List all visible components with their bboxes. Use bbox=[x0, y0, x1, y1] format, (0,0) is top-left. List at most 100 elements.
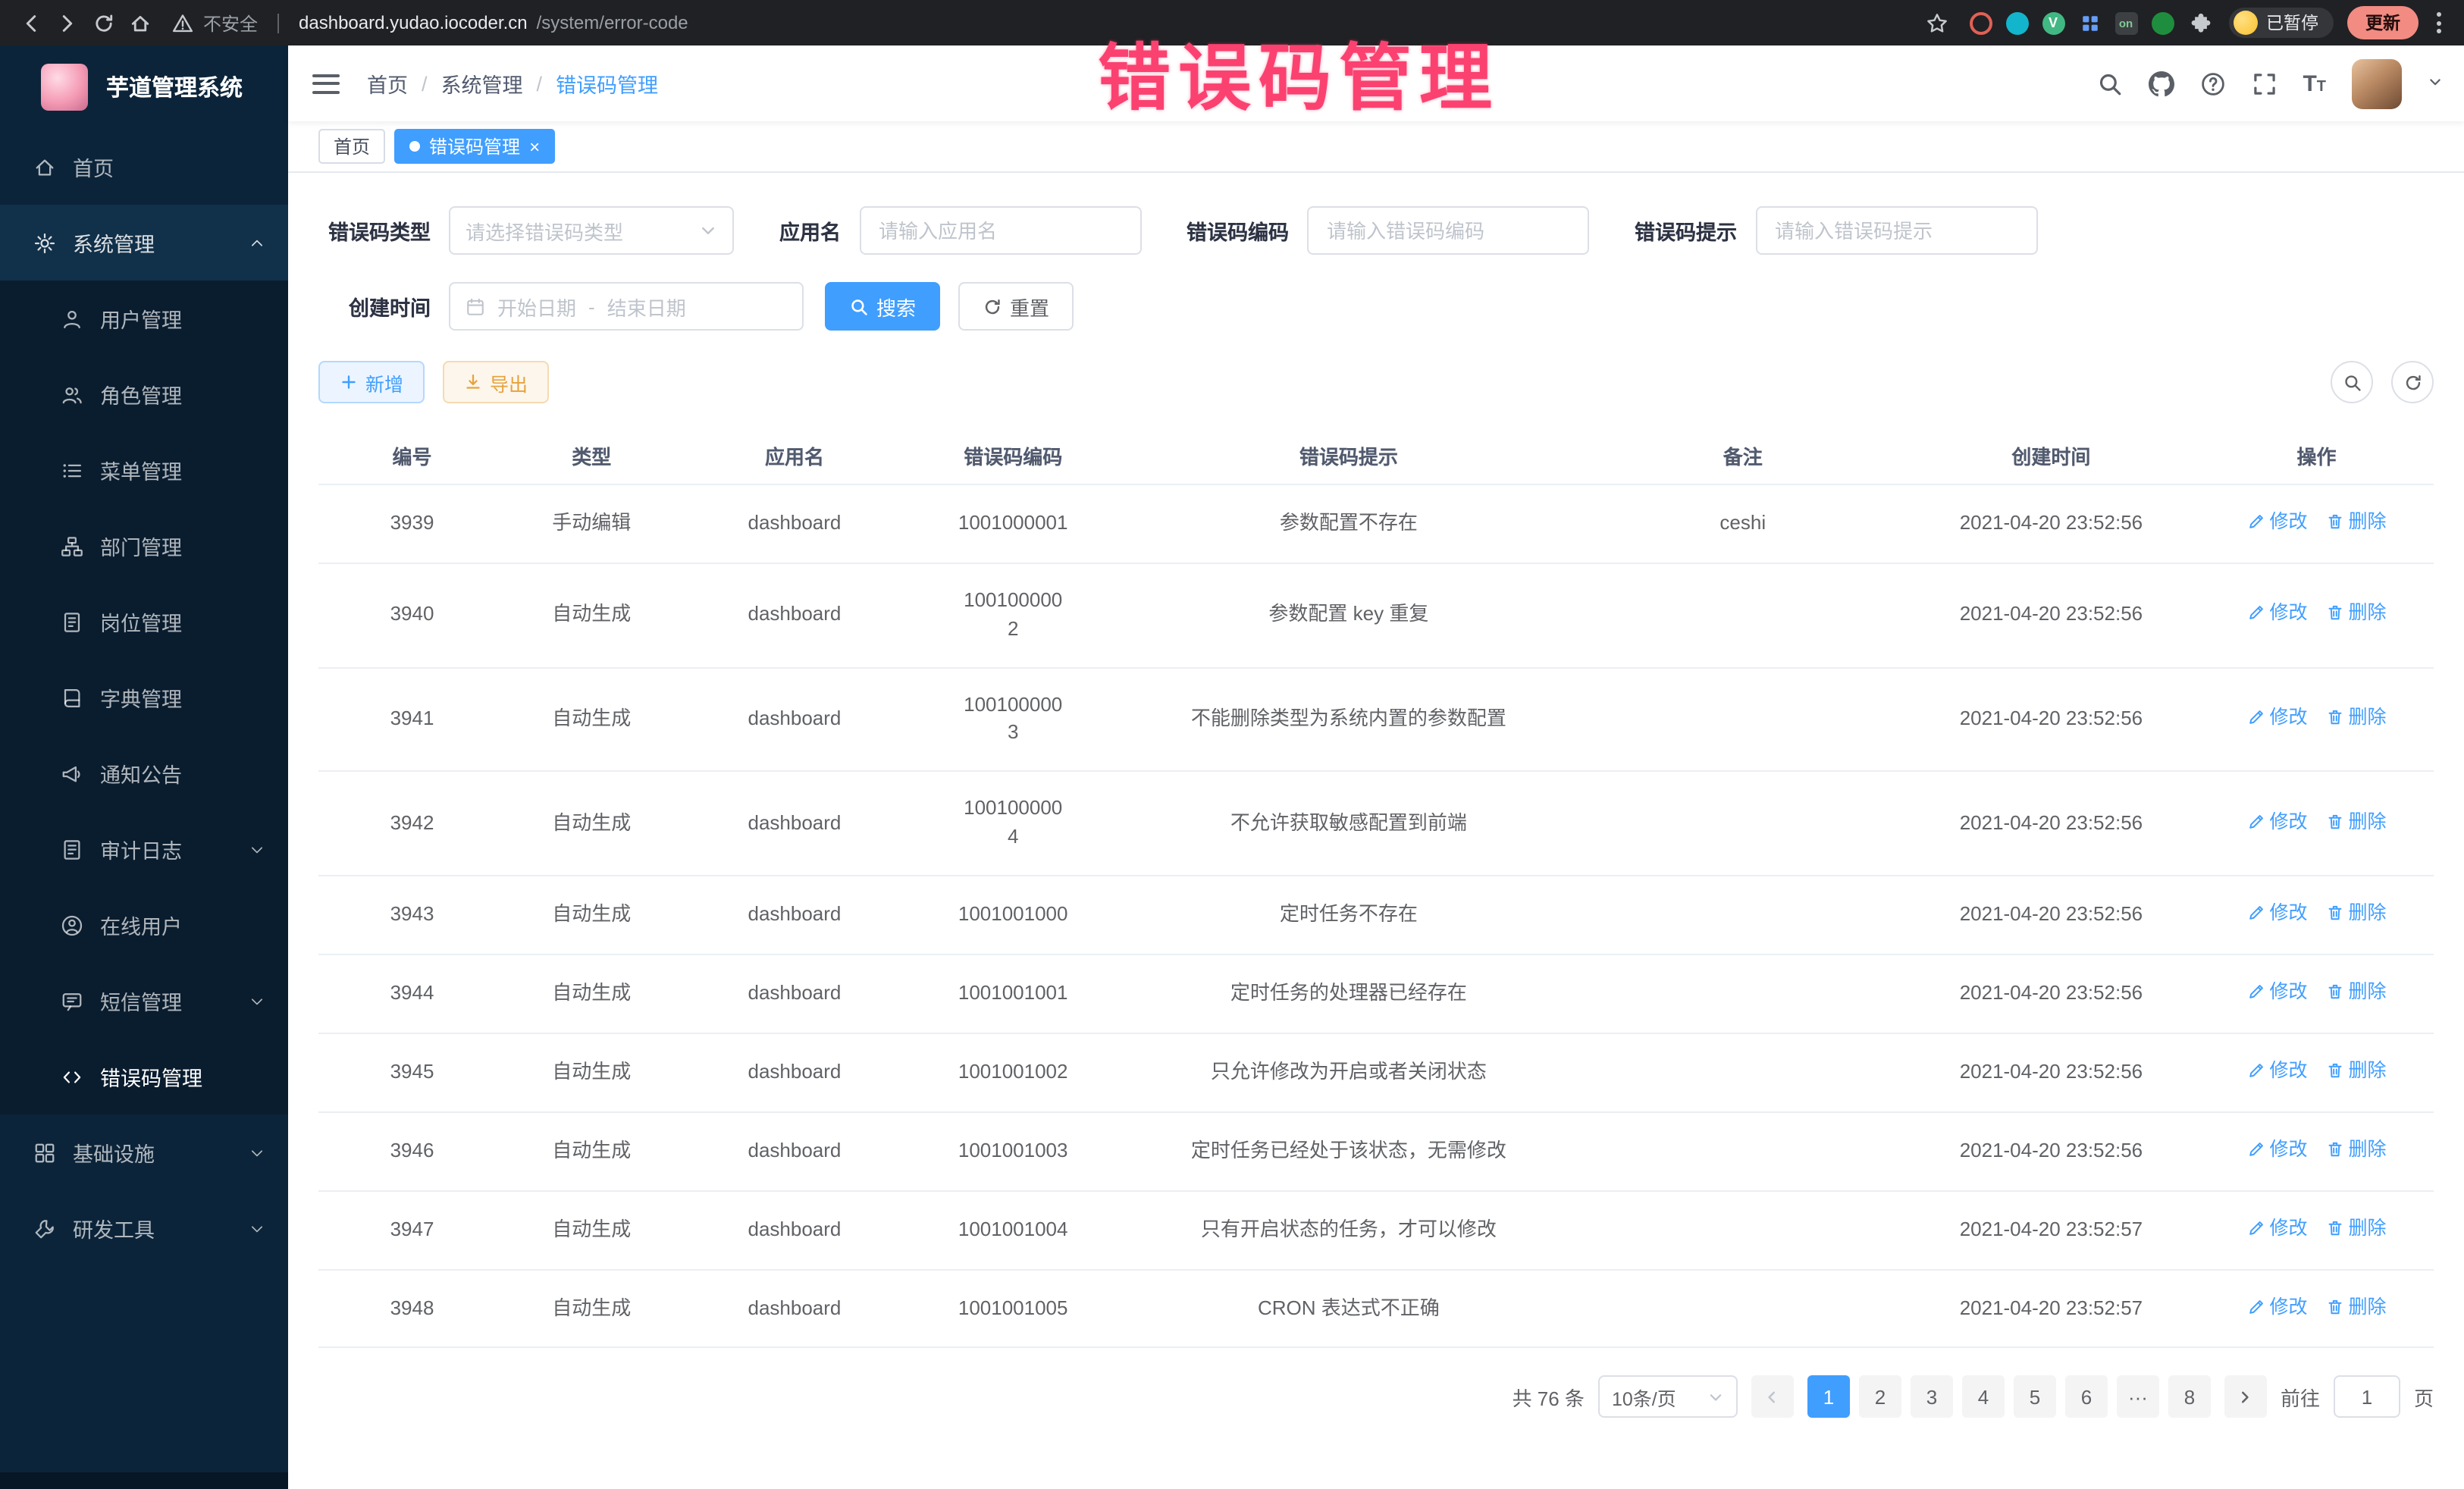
edit-link[interactable]: 修改 bbox=[2246, 1057, 2307, 1084]
edit-link[interactable]: 修改 bbox=[2246, 1135, 2307, 1162]
sidebar-item-role[interactable]: 角色管理 bbox=[0, 356, 288, 432]
sidebar-item-sms[interactable]: 短信管理 bbox=[0, 963, 288, 1039]
more-pages-button[interactable]: ··· bbox=[2117, 1376, 2159, 1418]
profile-paused-badge[interactable]: 已暂停 bbox=[2228, 8, 2334, 38]
app-logo[interactable]: 芋道管理系统 bbox=[0, 45, 288, 129]
edit-link[interactable]: 修改 bbox=[2246, 704, 2307, 731]
help-icon[interactable] bbox=[2199, 71, 2225, 96]
sidebar-item-post[interactable]: 岗位管理 bbox=[0, 584, 288, 660]
edit-link[interactable]: 修改 bbox=[2246, 1293, 2307, 1320]
sidebar-item-notice[interactable]: 通知公告 bbox=[0, 735, 288, 811]
sidebar-item-dept-tree[interactable]: 部门管理 bbox=[0, 508, 288, 584]
sidebar-item-devtools[interactable]: 研发工具 bbox=[0, 1190, 288, 1266]
reload-icon[interactable] bbox=[85, 5, 121, 41]
sidebar-item-home[interactable]: 首页 bbox=[0, 129, 288, 205]
delete-link[interactable]: 删除 bbox=[2326, 704, 2387, 731]
sidebar-item-audit-log[interactable]: 审计日志 bbox=[0, 811, 288, 887]
toggle-search-button[interactable] bbox=[2331, 361, 2373, 403]
page-button-8[interactable]: 8 bbox=[2168, 1376, 2211, 1418]
cell-actions: 修改删除 bbox=[2199, 955, 2434, 1033]
delete-link[interactable]: 删除 bbox=[2326, 1293, 2387, 1320]
delete-link[interactable]: 删除 bbox=[2326, 807, 2387, 835]
edit-link[interactable]: 修改 bbox=[2246, 508, 2307, 535]
edit-icon bbox=[2246, 904, 2265, 922]
tab-error-code[interactable]: 错误码管理× bbox=[394, 129, 555, 164]
next-page-button[interactable] bbox=[2224, 1376, 2267, 1418]
bookmark-star-icon[interactable] bbox=[1919, 5, 1955, 41]
tab-home[interactable]: 首页 bbox=[318, 129, 385, 164]
sidebar-item-menu-list[interactable]: 菜单管理 bbox=[0, 432, 288, 508]
edit-link[interactable]: 修改 bbox=[2246, 807, 2307, 835]
avatar-caret-icon[interactable] bbox=[2428, 70, 2443, 97]
page-button-4[interactable]: 4 bbox=[1962, 1376, 2005, 1418]
forward-icon[interactable] bbox=[49, 5, 85, 41]
sidebar-item-online-user[interactable]: 在线用户 bbox=[0, 887, 288, 963]
error-hint-input[interactable] bbox=[1755, 206, 2037, 255]
cell-memo bbox=[1583, 1111, 1903, 1190]
font-size-icon[interactable]: TT bbox=[2303, 72, 2326, 95]
browser-menu-icon[interactable] bbox=[2432, 12, 2446, 33]
cell-app: dashboard bbox=[678, 563, 912, 667]
browser-update-button[interactable]: 更新 bbox=[2347, 6, 2419, 39]
header-search-icon[interactable] bbox=[2096, 71, 2122, 96]
error-code-input[interactable] bbox=[1307, 206, 1589, 255]
app-name-input[interactable] bbox=[859, 206, 1141, 255]
sidebar-item-infra[interactable]: 基础设施 bbox=[0, 1114, 288, 1190]
home-button-icon[interactable] bbox=[121, 5, 158, 41]
edit-link[interactable]: 修改 bbox=[2246, 600, 2307, 627]
export-button[interactable]: 导出 bbox=[443, 361, 549, 403]
reset-button[interactable]: 重置 bbox=[958, 282, 1074, 331]
delete-link[interactable]: 删除 bbox=[2326, 899, 2387, 926]
back-icon[interactable] bbox=[12, 5, 49, 41]
breadcrumb-item[interactable]: 首页 bbox=[367, 68, 408, 99]
user-avatar[interactable] bbox=[2352, 58, 2402, 108]
teal-extension-icon[interactable] bbox=[2005, 11, 2028, 34]
vue-devtools-extension-icon[interactable]: V bbox=[2042, 11, 2064, 34]
chevron-left-icon bbox=[1764, 1389, 1781, 1406]
page-button-6[interactable]: 6 bbox=[2065, 1376, 2108, 1418]
fullscreen-icon[interactable] bbox=[2251, 71, 2277, 96]
delete-link[interactable]: 删除 bbox=[2326, 1135, 2387, 1162]
green-extension-icon[interactable] bbox=[2151, 11, 2174, 34]
goto-page-input[interactable] bbox=[2334, 1376, 2400, 1418]
page-button-3[interactable]: 3 bbox=[1911, 1376, 1953, 1418]
page-button-1[interactable]: 1 bbox=[1807, 1376, 1850, 1418]
cell-actions: 修改删除 bbox=[2199, 1269, 2434, 1348]
collapse-sidebar-icon[interactable] bbox=[312, 74, 340, 93]
error-type-select[interactable]: 请选择错误码类型 bbox=[449, 206, 734, 255]
address-bar[interactable]: 不安全 dashboard.yudao.iocoder.cn/system/er… bbox=[170, 5, 688, 41]
edit-link[interactable]: 修改 bbox=[2246, 1214, 2307, 1241]
page-button-2[interactable]: 2 bbox=[1859, 1376, 1901, 1418]
delete-link[interactable]: 删除 bbox=[2326, 978, 2387, 1005]
browser-right-cluster: V on 已暂停 更新 bbox=[1919, 5, 2464, 41]
delete-link[interactable]: 删除 bbox=[2326, 508, 2387, 535]
sidebar-item-gear[interactable]: 系统管理 bbox=[0, 205, 288, 281]
page-button-5[interactable]: 5 bbox=[2014, 1376, 2056, 1418]
refresh-table-button[interactable] bbox=[2391, 361, 2434, 403]
edit-link[interactable]: 修改 bbox=[2246, 899, 2307, 926]
delete-link[interactable]: 删除 bbox=[2326, 600, 2387, 627]
date-range-input[interactable]: 开始日期 - 结束日期 bbox=[449, 282, 804, 331]
github-icon[interactable] bbox=[2148, 71, 2174, 96]
error-code-table: 编号类型应用名错误码编码错误码提示备注创建时间操作 3939手动编辑dashbo… bbox=[318, 428, 2434, 1349]
cell-type: 自动生成 bbox=[506, 667, 677, 771]
page-size-select[interactable]: 10条/页 bbox=[1598, 1376, 1738, 1418]
sidebar-item-error-code[interactable]: 错误码管理 bbox=[0, 1039, 288, 1114]
tab-close-icon[interactable]: × bbox=[529, 137, 540, 155]
recorder-extension-icon[interactable] bbox=[1969, 11, 1992, 34]
delete-link[interactable]: 删除 bbox=[2326, 1057, 2387, 1084]
prev-page-button[interactable] bbox=[1751, 1376, 1794, 1418]
breadcrumb-item[interactable]: 系统管理 bbox=[441, 68, 523, 99]
on-extension-icon[interactable]: on bbox=[2114, 11, 2137, 34]
cell-memo bbox=[1583, 667, 1903, 771]
search-button[interactable]: 搜索 bbox=[825, 282, 940, 331]
grid-extension-icon[interactable] bbox=[2078, 11, 2101, 34]
sidebar-item-dict[interactable]: 字典管理 bbox=[0, 660, 288, 735]
delete-link[interactable]: 删除 bbox=[2326, 1214, 2387, 1241]
sidebar-item-user[interactable]: 用户管理 bbox=[0, 281, 288, 356]
edit-link[interactable]: 修改 bbox=[2246, 978, 2307, 1005]
chevron-down-icon bbox=[699, 221, 717, 240]
add-button[interactable]: 新增 bbox=[318, 361, 425, 403]
puzzle-extensions-icon[interactable] bbox=[2187, 5, 2215, 41]
devtools-icon bbox=[33, 1217, 56, 1240]
